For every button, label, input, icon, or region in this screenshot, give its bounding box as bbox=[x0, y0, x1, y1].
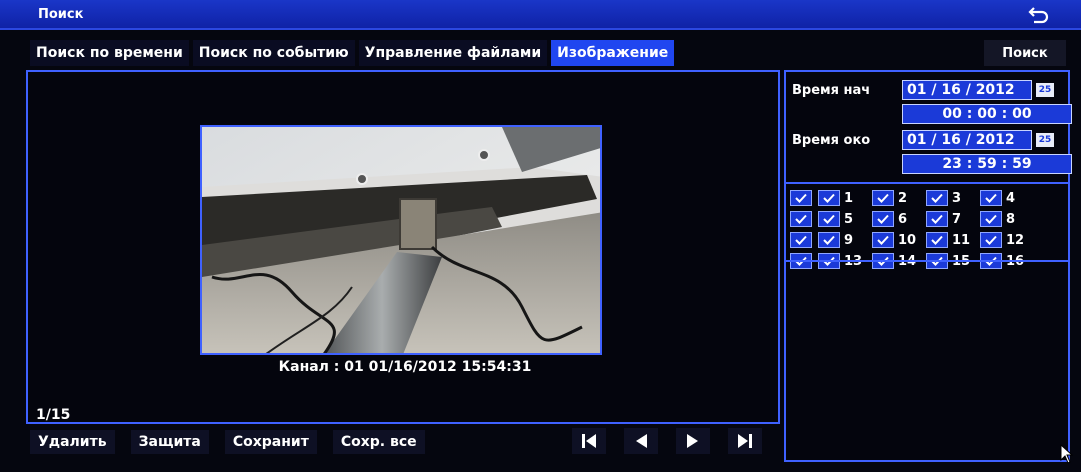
channel-number: 4 bbox=[1006, 190, 1016, 206]
channel-number: 10 bbox=[898, 232, 917, 248]
row-select-all-checkbox[interactable] bbox=[790, 190, 812, 206]
channel-row: 9 10 11 12 bbox=[790, 230, 1068, 250]
channel-number: 5 bbox=[844, 211, 854, 227]
channel-row: 5 6 7 8 bbox=[790, 209, 1068, 229]
last-icon[interactable] bbox=[728, 428, 762, 454]
channel-checkbox[interactable] bbox=[872, 211, 894, 227]
end-date-field[interactable]: 01 / 16 / 2012 bbox=[902, 130, 1032, 150]
channel-checkbox[interactable] bbox=[818, 232, 840, 248]
channel-number: 12 bbox=[1006, 232, 1025, 248]
channel-number: 3 bbox=[952, 190, 962, 206]
tab-event-search[interactable]: Поиск по событию bbox=[192, 40, 355, 66]
tab-bar: Поиск по времени Поиск по событию Управл… bbox=[30, 40, 675, 66]
save-button[interactable]: Сохранит bbox=[224, 430, 317, 454]
tab-time-search[interactable]: Поиск по времени bbox=[30, 40, 189, 66]
channel-number: 11 bbox=[952, 232, 971, 248]
next-icon[interactable] bbox=[676, 428, 710, 454]
search-filter-panel: Время нач 01 / 16 / 2012 25 00 : 00 : 00… bbox=[784, 70, 1072, 462]
row-select-all-checkbox[interactable] bbox=[790, 211, 812, 227]
channel-checkbox[interactable] bbox=[926, 190, 948, 206]
action-toolbar: Удалить Защита Сохранит Сохр. все bbox=[30, 430, 425, 454]
channel-checkbox-grid: 1 2 3 4 5 6 7 8 9 10 11 12 13 14 15 16 bbox=[786, 182, 1068, 272]
channel-checkbox[interactable] bbox=[926, 232, 948, 248]
window-title: Поиск bbox=[38, 7, 84, 22]
search-button[interactable]: Поиск bbox=[984, 40, 1066, 66]
tab-file-management[interactable]: Управление файлами bbox=[358, 40, 548, 66]
channel-row: 1 2 3 4 bbox=[790, 188, 1068, 208]
start-time-field[interactable]: 00 : 00 : 00 bbox=[902, 104, 1072, 124]
calendar-icon[interactable]: 25 bbox=[1036, 133, 1054, 147]
save-all-button[interactable]: Сохр. все bbox=[332, 430, 425, 454]
channel-number: 7 bbox=[952, 211, 962, 227]
mouse-cursor-icon bbox=[1060, 444, 1074, 464]
tab-image[interactable]: Изображение bbox=[551, 40, 675, 66]
previous-icon[interactable] bbox=[624, 428, 658, 454]
image-panel: Канал : 01 01/16/2012 15:54:31 1/15 bbox=[26, 70, 780, 424]
channel-checkbox[interactable] bbox=[818, 190, 840, 206]
row-select-all-checkbox[interactable] bbox=[790, 232, 812, 248]
end-time-label: Время око bbox=[792, 132, 871, 148]
playback-controls bbox=[572, 428, 762, 454]
channel-checkbox[interactable] bbox=[926, 211, 948, 227]
title-bar: Поиск bbox=[0, 0, 1081, 30]
camera-snapshot bbox=[202, 127, 600, 353]
start-date-field[interactable]: 01 / 16 / 2012 bbox=[902, 80, 1032, 100]
end-time-field[interactable]: 23 : 59 : 59 bbox=[902, 154, 1072, 174]
channel-checkbox[interactable] bbox=[872, 232, 894, 248]
channel-checkbox[interactable] bbox=[980, 211, 1002, 227]
channel-number: 2 bbox=[898, 190, 908, 206]
return-arrow-icon[interactable] bbox=[1028, 2, 1050, 26]
channel-checkbox[interactable] bbox=[980, 190, 1002, 206]
divider bbox=[786, 260, 1068, 262]
channel-checkbox[interactable] bbox=[872, 190, 894, 206]
channel-number: 1 bbox=[844, 190, 854, 206]
delete-button[interactable]: Удалить bbox=[30, 430, 115, 454]
calendar-icon[interactable]: 25 bbox=[1036, 83, 1054, 97]
start-time-label: Время нач bbox=[792, 82, 871, 98]
snapshot-image[interactable] bbox=[200, 125, 602, 355]
channel-number: 9 bbox=[844, 232, 854, 248]
first-icon[interactable] bbox=[572, 428, 606, 454]
channel-checkbox[interactable] bbox=[818, 211, 840, 227]
channel-number: 8 bbox=[1006, 211, 1016, 227]
image-counter: 1/15 bbox=[36, 407, 71, 423]
channel-checkbox[interactable] bbox=[980, 232, 1002, 248]
protect-button[interactable]: Защита bbox=[130, 430, 209, 454]
snapshot-caption: Канал : 01 01/16/2012 15:54:31 bbox=[278, 359, 532, 375]
channel-number: 6 bbox=[898, 211, 908, 227]
